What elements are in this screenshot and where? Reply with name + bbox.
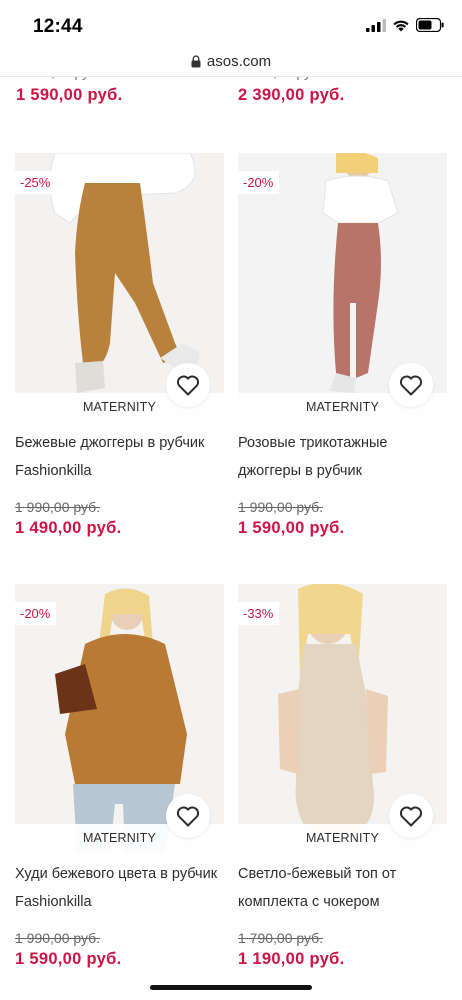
battery-icon <box>416 18 444 32</box>
product-image[interactable]: -25% MATERNITY <box>15 153 224 421</box>
top-left-new-price: 1 590,00 руб. <box>16 86 123 104</box>
product-title[interactable]: Худи бежевого цвета в рубчик Fashionkill… <box>15 860 224 916</box>
discount-badge: -33% <box>238 602 280 625</box>
heart-icon <box>399 806 423 827</box>
save-for-later-button[interactable] <box>389 363 433 407</box>
old-price: 1 990,00 руб. <box>15 930 101 946</box>
discount-badge: -20% <box>15 602 57 625</box>
status-icons <box>366 18 444 32</box>
old-price: 1 990,00 руб. <box>15 499 101 515</box>
product-title[interactable]: Бежевые джоггеры в рубчик Fashionkilla <box>15 429 224 485</box>
top-right-new-price: 2 390,00 руб. <box>238 86 345 104</box>
heart-icon <box>176 806 200 827</box>
status-time: 12:44 <box>33 16 83 37</box>
discount-badge: -25% <box>15 171 57 194</box>
product-image[interactable]: -33% MATERNITY <box>238 584 447 852</box>
sale-price: 1 190,00 руб. <box>238 950 345 968</box>
status-bar: 12:44 <box>0 0 462 46</box>
address-bar-overlay[interactable]: asos.com <box>0 46 462 76</box>
old-price: 1 990,00 руб. <box>238 499 324 515</box>
product-image[interactable]: -20% MATERNITY <box>15 584 224 852</box>
product-title[interactable]: Светло-бежевый топ от комплекта с чокеро… <box>238 860 447 916</box>
product-title[interactable]: Розовые трикотажные джоггеры в рубчик <box>238 429 447 485</box>
sale-price: 1 490,00 руб. <box>15 519 122 537</box>
heart-icon <box>399 375 423 396</box>
lock-icon <box>191 54 201 67</box>
home-indicator[interactable] <box>150 985 312 990</box>
wifi-icon <box>393 20 409 31</box>
save-for-later-button[interactable] <box>166 794 210 838</box>
signal-icon <box>366 18 386 32</box>
old-price: 1 790,00 руб. <box>238 930 324 946</box>
product-image[interactable]: -20% MATERNITY <box>238 153 447 421</box>
save-for-later-button[interactable] <box>166 363 210 407</box>
divider <box>0 76 462 77</box>
sale-price: 1 590,00 руб. <box>15 950 122 968</box>
save-for-later-button[interactable] <box>389 794 433 838</box>
sale-price: 1 590,00 руб. <box>238 519 345 537</box>
url-text: asos.com <box>206 52 272 70</box>
discount-badge: -20% <box>238 171 280 194</box>
heart-icon <box>176 375 200 396</box>
